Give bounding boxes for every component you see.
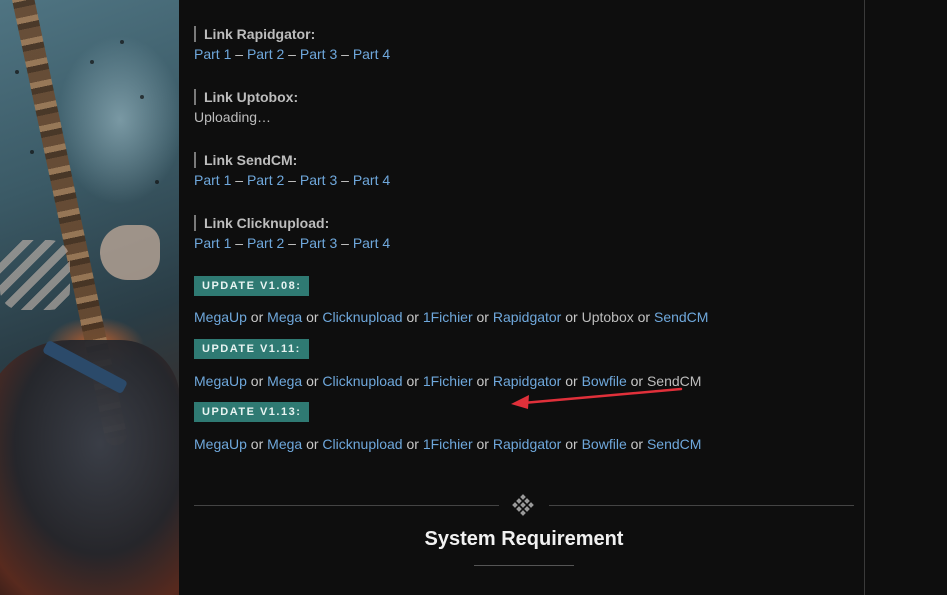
or-separator: or bbox=[302, 309, 323, 325]
host-megaup-link[interactable]: MegaUp bbox=[194, 309, 247, 325]
sendcm-part-4-link[interactable]: Part 4 bbox=[353, 172, 390, 188]
host-megaup-link[interactable]: MegaUp bbox=[194, 436, 247, 452]
or-separator: or bbox=[246, 436, 268, 452]
diamond-dots-icon bbox=[512, 494, 534, 516]
update-badge-v113: UPDATE V1.13: bbox=[194, 402, 310, 422]
or-separator: or bbox=[561, 436, 582, 452]
or-separator: or bbox=[626, 436, 647, 452]
sendcm-part-2-link[interactable]: Part 2 bbox=[247, 172, 284, 188]
clicknupload-part-2-link[interactable]: Part 2 bbox=[247, 235, 284, 251]
host-megaup-link[interactable]: MegaUp bbox=[194, 373, 247, 389]
or-separator: or bbox=[246, 309, 268, 325]
update-v108-hosts: MegaUp or Mega or Clicknupload or 1Fichi… bbox=[194, 308, 708, 326]
host-rapidgator-link[interactable]: Rapidgator bbox=[493, 436, 562, 452]
update-v113-hosts: MegaUp or Mega or Clicknupload or 1Fichi… bbox=[194, 435, 701, 453]
host-1fichier-link[interactable]: 1Fichier bbox=[423, 436, 473, 452]
divider-line-left bbox=[194, 505, 499, 506]
rapidgator-part-3-link[interactable]: Part 3 bbox=[300, 46, 337, 62]
section-heading-sendcm: Link SendCM: bbox=[194, 152, 297, 168]
rapidgator-part-1-link[interactable]: Part 1 bbox=[194, 46, 231, 62]
sendcm-parts: Part 1 – Part 2 – Part 3 – Part 4 bbox=[194, 172, 391, 188]
or-separator: or bbox=[302, 436, 323, 452]
host-mega-link[interactable]: Mega bbox=[267, 309, 302, 325]
host-1fichier-link[interactable]: 1Fichier bbox=[423, 373, 473, 389]
rapidgator-part-4-link[interactable]: Part 4 bbox=[353, 46, 390, 62]
host-mega-link[interactable]: Mega bbox=[267, 373, 302, 389]
or-separator: or bbox=[472, 436, 493, 452]
host-clicknupload-link[interactable]: Clicknupload bbox=[322, 373, 402, 389]
clicknupload-part-4-link[interactable]: Part 4 bbox=[353, 235, 390, 251]
section-heading-rapidgator: Link Rapidgator: bbox=[194, 26, 315, 42]
sendcm-part-3-link[interactable]: Part 3 bbox=[300, 172, 337, 188]
clicknupload-part-1-link[interactable]: Part 1 bbox=[194, 235, 231, 251]
section-heading-clicknupload: Link Clicknupload: bbox=[194, 215, 329, 231]
host-sendcm-link[interactable]: SendCM bbox=[654, 309, 708, 325]
host-mega-link[interactable]: Mega bbox=[267, 436, 302, 452]
hand-grip-illustration bbox=[100, 225, 160, 280]
section-heading-uptobox: Link Uptobox: bbox=[194, 89, 298, 105]
uptobox-status: Uploading… bbox=[194, 109, 272, 125]
clicknupload-parts: Part 1 – Part 2 – Part 3 – Part 4 bbox=[194, 235, 391, 251]
cloak-illustration bbox=[0, 340, 179, 595]
host-clicknupload-link[interactable]: Clicknupload bbox=[322, 309, 402, 325]
or-separator: or bbox=[302, 373, 323, 389]
rapidgator-part-2-link[interactable]: Part 2 bbox=[247, 46, 284, 62]
rapidgator-parts: Part 1 – Part 2 – Part 3 – Part 4 bbox=[194, 46, 391, 62]
host-1fichier-link[interactable]: 1Fichier bbox=[423, 309, 473, 325]
hand-illustration bbox=[0, 240, 70, 310]
update-badge-v108: UPDATE V1.08: bbox=[194, 276, 310, 296]
or-separator: or bbox=[472, 309, 493, 325]
content-right-border bbox=[864, 0, 865, 595]
heading-underline bbox=[474, 565, 574, 566]
clicknupload-part-3-link[interactable]: Part 3 bbox=[300, 235, 337, 251]
update-badge-v111: UPDATE V1.11: bbox=[194, 339, 309, 359]
sendcm-part-1-link[interactable]: Part 1 bbox=[194, 172, 231, 188]
host-rapidgator-link[interactable]: Rapidgator bbox=[493, 309, 562, 325]
or-separator: or bbox=[633, 309, 654, 325]
or-separator: or bbox=[472, 373, 493, 389]
host-sendcm-link[interactable]: SendCM bbox=[647, 436, 701, 452]
or-separator: or bbox=[561, 309, 582, 325]
game-artwork-image bbox=[0, 0, 179, 595]
divider-line-right bbox=[549, 505, 854, 506]
host-clicknupload-link[interactable]: Clicknupload bbox=[322, 436, 402, 452]
or-separator: or bbox=[402, 373, 423, 389]
host-uptobox-text: Uptobox bbox=[581, 309, 634, 325]
host-bowfile-link[interactable]: Bowfile bbox=[582, 436, 627, 452]
or-separator: or bbox=[246, 373, 268, 389]
system-requirement-heading: System Requirement bbox=[424, 528, 624, 550]
or-separator: or bbox=[402, 436, 423, 452]
or-separator: or bbox=[402, 309, 423, 325]
red-arrow-icon bbox=[511, 387, 683, 409]
